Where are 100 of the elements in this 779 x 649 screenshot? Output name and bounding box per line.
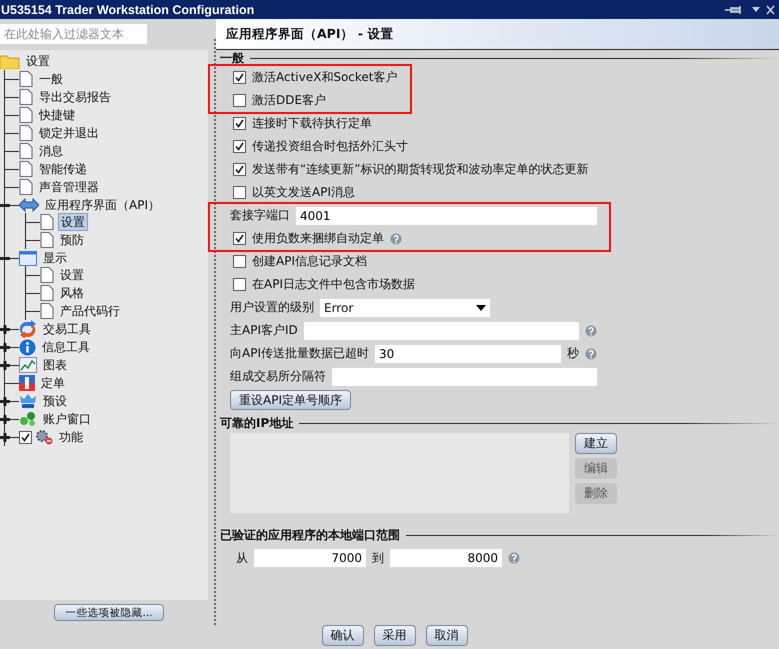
tree-item[interactable]: 设置 [24, 53, 52, 69]
tree-item[interactable]: 显示 [41, 250, 69, 266]
folder-icon [0, 53, 20, 69]
checkbox[interactable] [233, 255, 246, 268]
tree-item[interactable]: 设置 [58, 213, 88, 231]
dropdown-arrow-icon [476, 304, 486, 310]
page-icon [19, 179, 33, 195]
expand-icon[interactable] [0, 396, 10, 406]
input-field[interactable] [304, 322, 579, 340]
page-icon [40, 285, 54, 301]
field-label: 组成交易所分隔符 [230, 368, 326, 385]
checkbox[interactable] [233, 278, 246, 291]
checkbox-label: 连接时下载待执行定单 [252, 115, 372, 132]
close-icon[interactable] [766, 4, 775, 14]
tree-item[interactable]: 导出交易报告 [37, 89, 113, 105]
page-icon [40, 303, 54, 319]
tree-item[interactable]: 消息 [37, 143, 65, 159]
checkbox[interactable] [233, 117, 246, 130]
page-icon [40, 267, 54, 283]
checkbox[interactable] [19, 430, 32, 444]
window-title: U535154 Trader Workstation Configuration [1, 2, 254, 16]
tree-item[interactable]: 图表 [41, 357, 69, 373]
page-icon [40, 232, 54, 248]
help-icon[interactable] [585, 324, 597, 336]
checkbox[interactable] [233, 186, 246, 199]
to-port-field[interactable]: 8000 [390, 549, 502, 567]
window-icon [19, 250, 37, 266]
input-field[interactable]: 30 [374, 344, 561, 362]
tree-item[interactable]: 智能传递 [37, 161, 89, 177]
tree-item[interactable]: 设置 [58, 267, 86, 283]
checkbox-label: 激活ActiveX和Socket客户 [252, 69, 398, 86]
to-label: 到 [372, 550, 384, 566]
help-icon[interactable] [585, 348, 597, 360]
section-title: 一般 [220, 50, 244, 66]
expand-icon[interactable] [0, 414, 10, 424]
tree-item[interactable]: 应用程序界面（API） [43, 197, 162, 213]
info-icon [19, 338, 36, 356]
checkbox[interactable] [233, 71, 246, 84]
tree-item[interactable]: 声音管理器 [37, 179, 101, 195]
field-label: 套接字端口 [230, 207, 290, 224]
from-port-field[interactable]: 7000 [254, 549, 366, 567]
tree-item[interactable]: 快捷键 [37, 107, 77, 123]
page-icon [40, 214, 54, 230]
input-field[interactable]: 4001 [296, 206, 597, 224]
section-title: 可靠的IP地址 [220, 414, 294, 432]
tree-item[interactable]: 账户窗口 [41, 411, 93, 427]
expand-icon[interactable] [0, 432, 10, 442]
tree-item[interactable]: 定单 [39, 375, 67, 391]
tree-item[interactable]: 锁定并退出 [37, 125, 101, 141]
tree-item[interactable]: 一般 [37, 71, 65, 87]
page-icon [19, 71, 33, 87]
checkbox[interactable] [233, 163, 246, 176]
checkbox-label: 创建API信息记录文档 [252, 253, 367, 270]
page-icon [19, 161, 33, 177]
checkbox-label: 发送带有“连续更新”标识的期货转现货和波动率定单的状态更新 [252, 161, 588, 178]
tree-item[interactable]: 预防 [58, 232, 86, 248]
panel-title: 应用程序界面（API） - 设置 [226, 26, 394, 42]
unit-label: 秒 [567, 345, 579, 362]
dialog-button[interactable]: 确认 [322, 625, 364, 646]
gear-icon [35, 429, 53, 445]
tree-item[interactable]: 预设 [41, 393, 69, 409]
tree-item[interactable]: 功能 [57, 429, 85, 445]
field-label: 主API客户ID [230, 322, 298, 339]
help-icon[interactable] [508, 552, 520, 564]
help-icon[interactable] [390, 232, 402, 244]
level-dropdown[interactable]: Error [320, 298, 490, 316]
checkbox-label: 传递投资组合时包括外汇头寸 [252, 138, 408, 155]
cells-icon [19, 411, 37, 427]
checkbox[interactable] [233, 140, 246, 153]
page-icon [19, 125, 33, 141]
checkbox[interactable] [233, 232, 246, 245]
field-label: 向API传送批量数据已超时 [230, 345, 369, 362]
refresh-arrow-icon [19, 320, 37, 338]
input-field[interactable] [332, 368, 597, 386]
checkbox[interactable] [233, 94, 246, 107]
dialog-button[interactable]: 采用 [374, 625, 416, 646]
checkbox-label: 在API日志文件中包含市场数据 [252, 276, 415, 293]
filter-field[interactable]: 在此处输入过滤器文本 [0, 24, 147, 44]
expand-icon[interactable] [0, 342, 10, 352]
checkbox-label: 以英文发送API消息 [252, 184, 355, 201]
page-icon [19, 107, 33, 123]
dialog-button[interactable]: 取消 [426, 625, 468, 646]
tree-item[interactable]: 信息工具 [40, 339, 92, 355]
double-arrow-icon [19, 198, 39, 212]
checkbox-label: 使用负数来捆绑自动定单 [252, 230, 384, 247]
tree-item[interactable]: 产品代码行 [58, 303, 122, 319]
dropdown-icon[interactable] [752, 6, 760, 12]
expand-icon[interactable] [0, 324, 10, 334]
tree-item[interactable]: 风格 [58, 285, 86, 301]
field-label: 用户设置的级别 [230, 299, 314, 316]
page-icon [19, 89, 33, 105]
page-icon [19, 143, 33, 159]
tree-item[interactable]: 交易工具 [41, 321, 93, 337]
from-label: 从 [236, 550, 248, 566]
list-button[interactable]: 建立 [575, 433, 617, 454]
order-ticket-icon [19, 375, 35, 391]
expand-icon[interactable] [0, 360, 10, 370]
section-title: 已验证的应用程序的本地端口范围 [220, 526, 400, 544]
reset-order-id-button[interactable]: 重设API定单号顺序 [230, 390, 351, 410]
hidden-options-button[interactable]: 一些选项被隐藏... [54, 604, 164, 621]
